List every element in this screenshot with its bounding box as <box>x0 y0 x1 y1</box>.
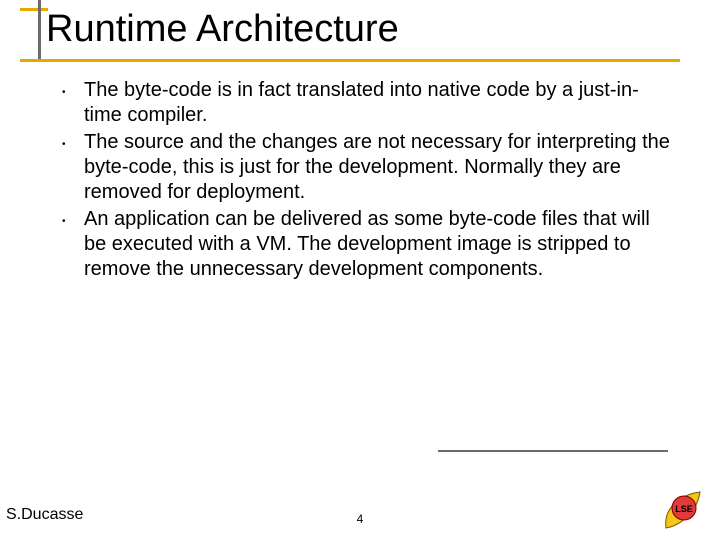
bullet-item: • The byte-code is in fact translated in… <box>62 78 672 128</box>
bullet-text: The byte-code is in fact translated into… <box>84 78 672 128</box>
bullet-item: • An application can be delivered as som… <box>62 207 672 282</box>
title-vertical-rule <box>38 0 41 62</box>
author-name: S.Ducasse <box>6 506 83 524</box>
bullet-text: An application can be delivered as some … <box>84 207 672 282</box>
logo-text: LSE <box>675 504 693 514</box>
bullet-marker: • <box>62 130 84 150</box>
bullet-text: The source and the changes are not neces… <box>84 130 672 205</box>
page-number: 4 <box>357 512 364 526</box>
bullet-item: • The source and the changes are not nec… <box>62 130 672 205</box>
slide-title: Runtime Architecture <box>46 8 399 51</box>
title-accent-top <box>20 8 48 11</box>
bullet-marker: • <box>62 207 84 227</box>
content-area: • The byte-code is in fact translated in… <box>62 78 672 284</box>
slide: Runtime Architecture • The byte-code is … <box>0 0 720 540</box>
title-underline <box>20 59 680 62</box>
bullet-marker: • <box>62 78 84 98</box>
lse-logo-icon: LSE <box>660 484 706 530</box>
footer-rule <box>438 450 668 452</box>
